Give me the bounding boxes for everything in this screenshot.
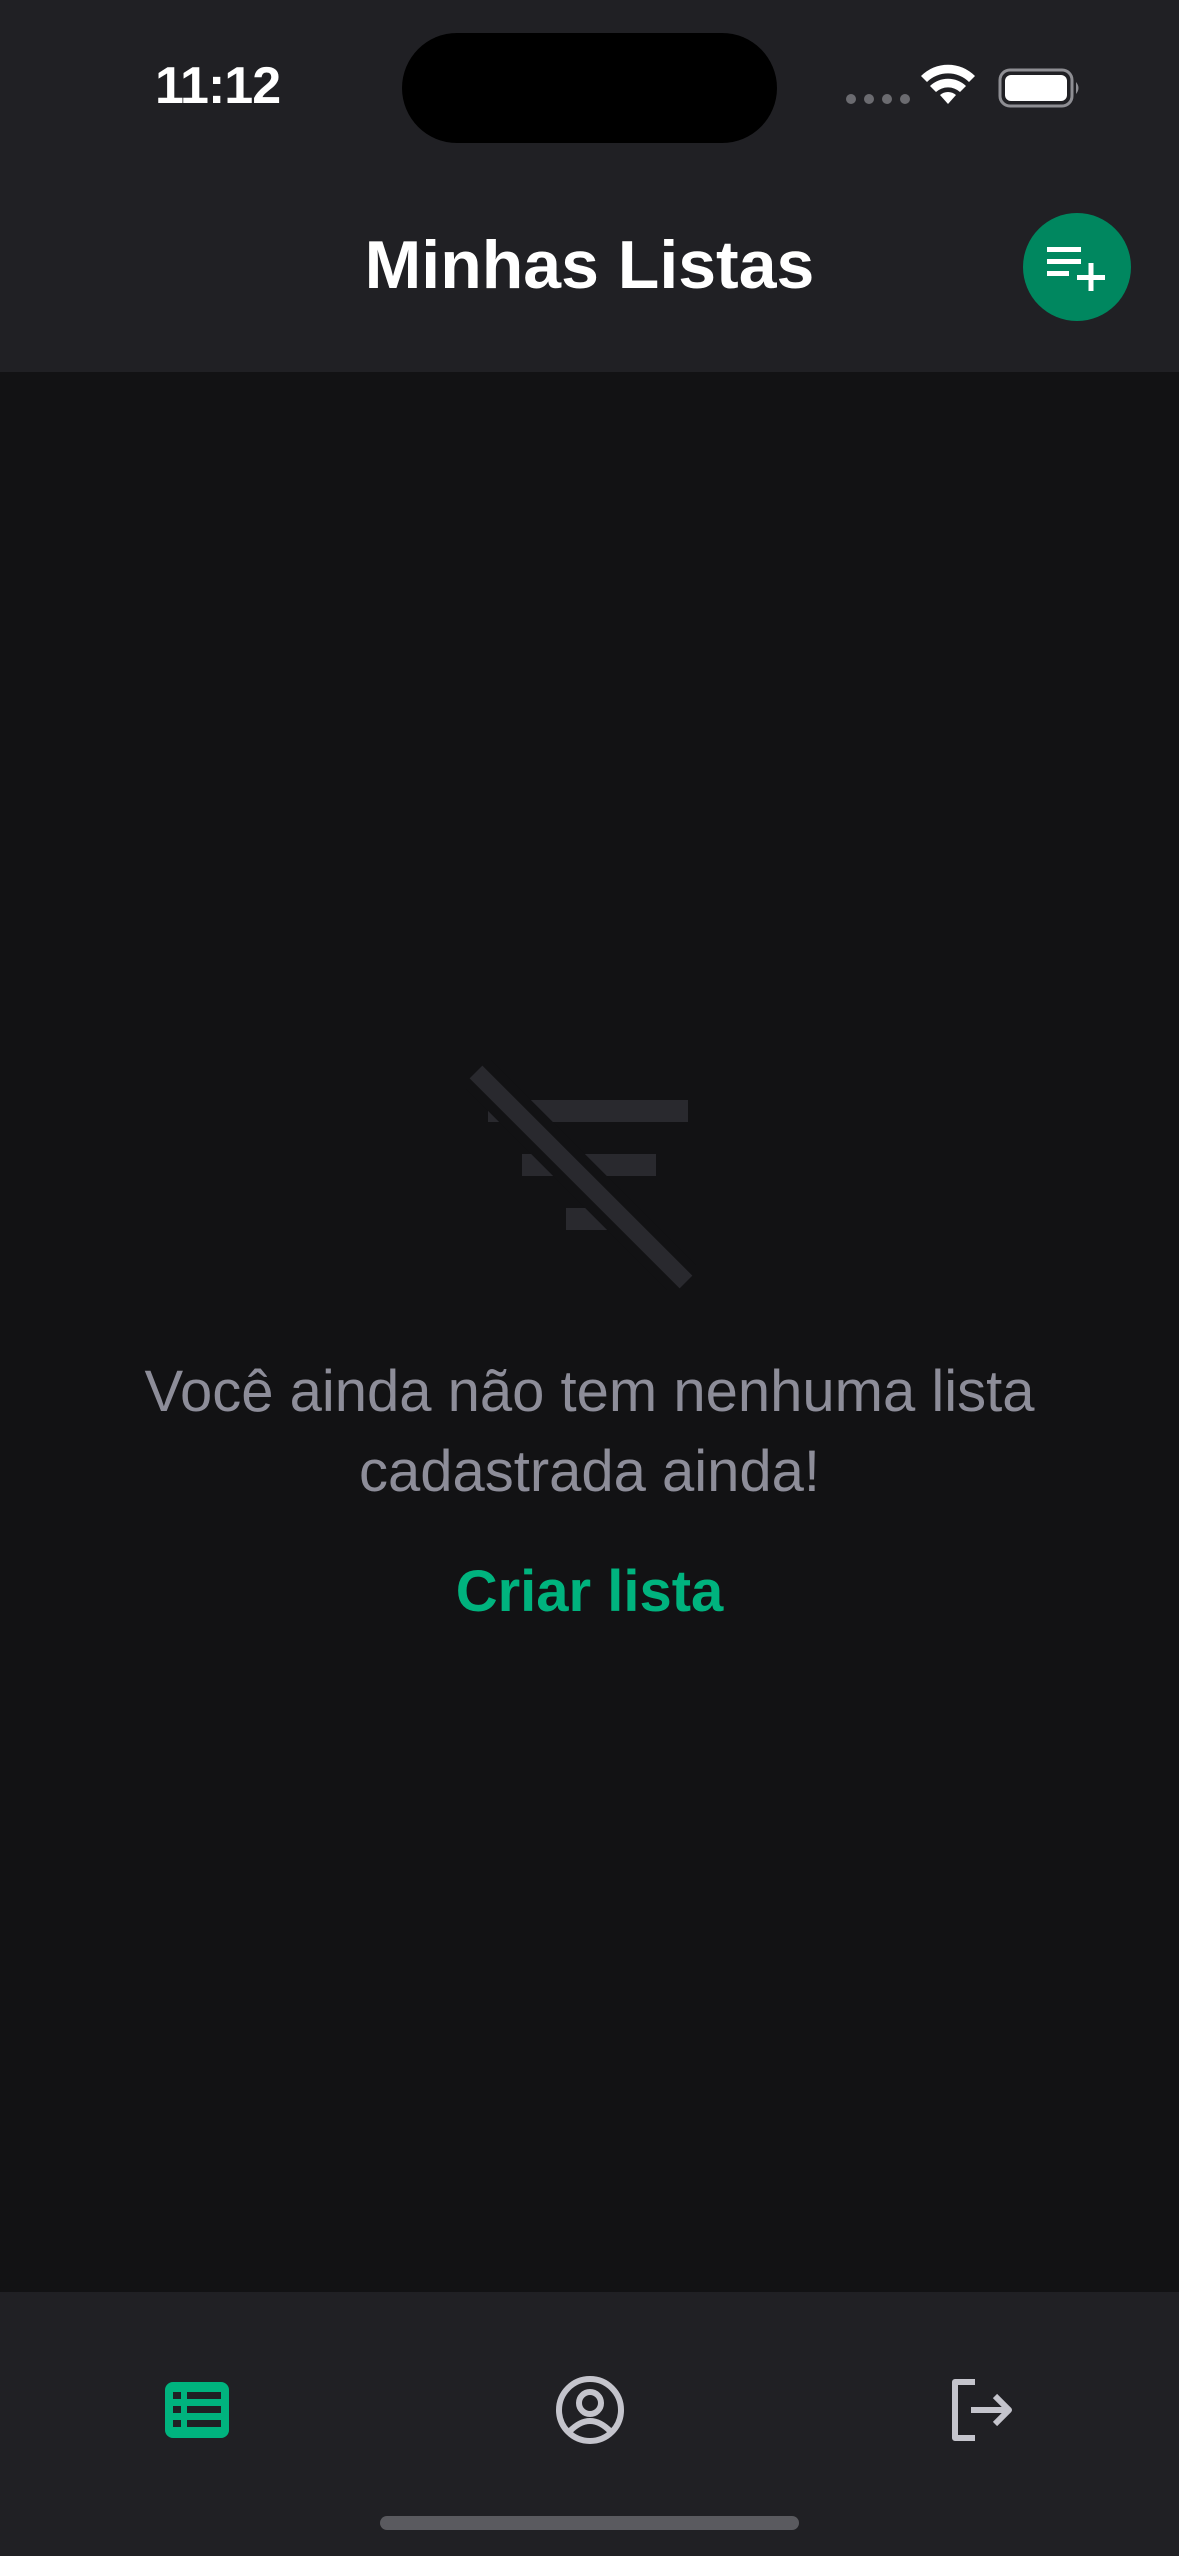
signal-icon bbox=[846, 94, 910, 104]
list-icon bbox=[165, 2382, 229, 2438]
tab-profile[interactable] bbox=[550, 2372, 630, 2448]
wifi-icon bbox=[921, 64, 975, 104]
battery-icon bbox=[998, 68, 1079, 108]
home-indicator bbox=[380, 2516, 799, 2530]
empty-message: Você ainda não tem nenhuma lista cadastr… bbox=[144, 1359, 1035, 1504]
playlist-add-icon bbox=[1047, 247, 1105, 291]
create-list-link[interactable]: Criar lista bbox=[0, 1558, 1179, 1625]
tab-logout[interactable] bbox=[943, 2372, 1023, 2448]
dynamic-island bbox=[402, 33, 777, 143]
filter-off-icon bbox=[466, 1060, 696, 1290]
status-time: 11:12 bbox=[155, 57, 281, 115]
page-title: Minhas Listas bbox=[364, 227, 815, 303]
user-circle-icon bbox=[556, 2376, 624, 2444]
add-list-button[interactable] bbox=[1023, 213, 1131, 321]
sign-out-icon bbox=[952, 2379, 1012, 2441]
tab-lists[interactable] bbox=[157, 2372, 237, 2448]
